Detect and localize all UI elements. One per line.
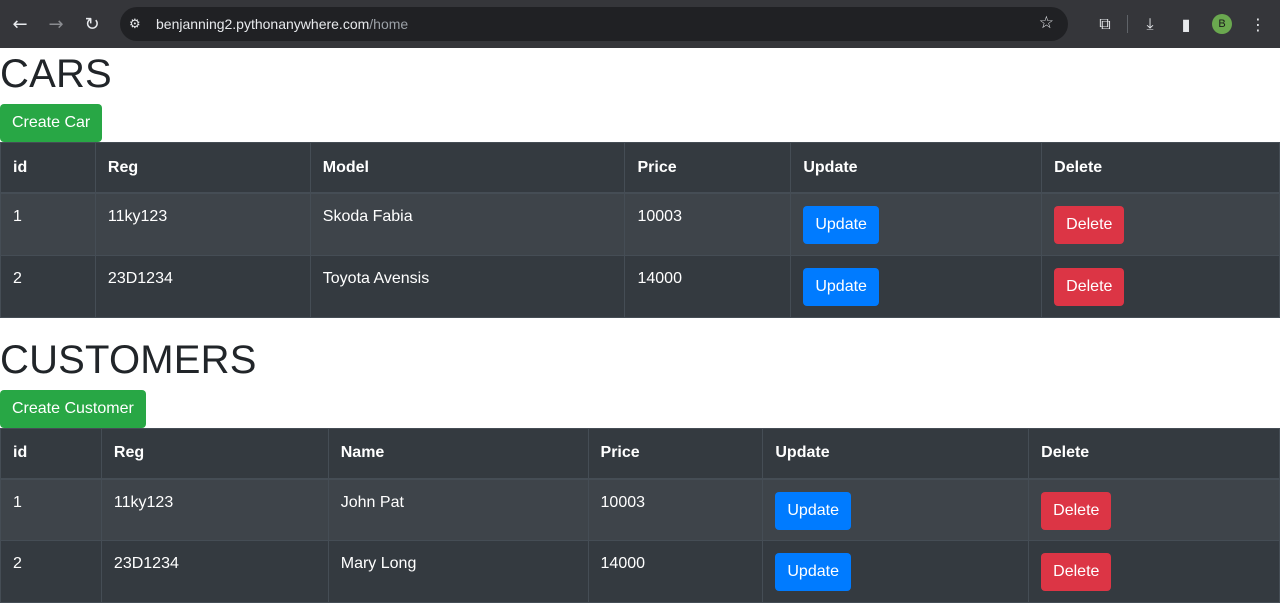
customers-create-wrap: Create Customer: [0, 389, 1280, 428]
cell-update: Update: [762, 540, 1030, 603]
column-header-id: id: [0, 142, 96, 194]
cell-id: 2: [0, 540, 102, 603]
column-header-delete: Delete: [1041, 142, 1280, 194]
cell-reg: 23D1234: [100, 540, 329, 603]
site-settings-icon[interactable]: ⚙: [129, 17, 145, 32]
table-row: 2 23D1234 Mary Long 14000 Update Delete: [0, 540, 1280, 603]
column-header-id: id: [0, 427, 102, 480]
update-button[interactable]: Update: [803, 206, 879, 244]
cell-price: 14000: [624, 254, 792, 318]
column-header-delete: Delete: [1028, 427, 1280, 480]
back-icon[interactable]: ←: [2, 6, 38, 42]
table-header-row: id Reg Name Price Update Delete: [0, 427, 1280, 480]
forward-icon[interactable]: →: [38, 6, 74, 42]
url-path: /home: [369, 16, 409, 32]
update-button[interactable]: Update: [775, 553, 851, 591]
column-header-reg: Reg: [94, 142, 311, 194]
column-header-price: Price: [587, 427, 764, 480]
delete-button[interactable]: Delete: [1041, 491, 1112, 530]
column-header-update: Update: [762, 427, 1030, 480]
column-header-name: Name: [327, 427, 589, 480]
cell-name: Mary Long: [327, 540, 589, 603]
cell-model: Skoda Fabia: [309, 192, 626, 256]
create-customer-button[interactable]: Create Customer: [0, 389, 146, 428]
table-row: 2 23D1234 Toyota Avensis 14000 Update De…: [0, 254, 1280, 318]
cell-name: John Pat: [327, 478, 589, 541]
address-bar[interactable]: ⚙ benjanning2.pythonanywhere.com/home ☆: [120, 7, 1068, 41]
column-header-update: Update: [790, 142, 1043, 194]
create-car-button[interactable]: Create Car: [0, 104, 103, 142]
delete-button[interactable]: Delete: [1041, 553, 1112, 591]
column-header-reg: Reg: [100, 427, 329, 480]
cell-update: Update: [790, 192, 1043, 256]
browser-toolbar: ← → ↻ ⚙ benjanning2.pythonanywhere.com/h…: [0, 0, 1280, 48]
menu-dots-icon[interactable]: ⋮: [1240, 15, 1276, 34]
cell-delete: Delete: [1028, 478, 1280, 541]
update-button[interactable]: Update: [775, 491, 851, 530]
url-host: benjanning2.pythonanywhere.com: [156, 16, 370, 32]
customers-section: CUSTOMERS Create Customer id Reg Name Pr…: [0, 334, 1280, 603]
cell-delete: Delete: [1028, 540, 1280, 603]
table-row: 1 11ky123 Skoda Fabia 10003 Update Delet…: [0, 192, 1280, 256]
table-row: 1 11ky123 John Pat 10003 Update Delete: [0, 478, 1280, 541]
cell-update: Update: [762, 478, 1030, 541]
column-header-model: Model: [309, 142, 626, 194]
profile-button[interactable]: B: [1204, 14, 1240, 34]
customers-title: CUSTOMERS: [0, 337, 257, 382]
cell-id: 1: [0, 478, 102, 541]
reload-icon[interactable]: ↻: [74, 6, 110, 42]
cell-id: 2: [0, 254, 96, 318]
url-text[interactable]: benjanning2.pythonanywhere.com/home: [156, 16, 408, 32]
bookmark-star-icon[interactable]: ☆: [1039, 13, 1054, 33]
cell-id: 1: [0, 192, 96, 256]
cell-reg: 11ky123: [100, 478, 329, 541]
column-header-price: Price: [624, 142, 792, 194]
cell-reg: 11ky123: [94, 192, 311, 256]
delete-button[interactable]: Delete: [1054, 206, 1125, 244]
cars-section: CARS Create Car id Reg Model Price Updat…: [0, 48, 1280, 318]
cell-model: Toyota Avensis: [309, 254, 626, 318]
cars-create-wrap: Create Car: [0, 104, 1280, 142]
cars-table: id Reg Model Price Update Delete 1 11ky1…: [0, 142, 1280, 318]
delete-button[interactable]: Delete: [1054, 267, 1125, 306]
cell-delete: Delete: [1041, 254, 1280, 318]
cell-price: 10003: [587, 478, 764, 541]
cell-delete: Delete: [1041, 192, 1280, 256]
side-panel-icon[interactable]: ▮: [1168, 15, 1204, 34]
update-button[interactable]: Update: [803, 267, 879, 306]
download-icon[interactable]: ⤓: [1132, 14, 1168, 34]
cell-reg: 23D1234: [94, 254, 311, 318]
avatar: B: [1212, 14, 1232, 34]
cell-price: 14000: [587, 540, 764, 603]
cell-update: Update: [790, 254, 1043, 318]
table-header-row: id Reg Model Price Update Delete: [0, 142, 1280, 194]
extensions-icon[interactable]: ⧉: [1087, 14, 1123, 34]
toolbar-actions: ⧉ ⤓ ▮ B ⋮: [1087, 0, 1280, 48]
cell-price: 10003: [624, 192, 792, 256]
customers-table: id Reg Name Price Update Delete 1 11ky12…: [0, 427, 1280, 603]
toolbar-divider: [1127, 15, 1128, 33]
cars-title: CARS: [0, 52, 112, 96]
